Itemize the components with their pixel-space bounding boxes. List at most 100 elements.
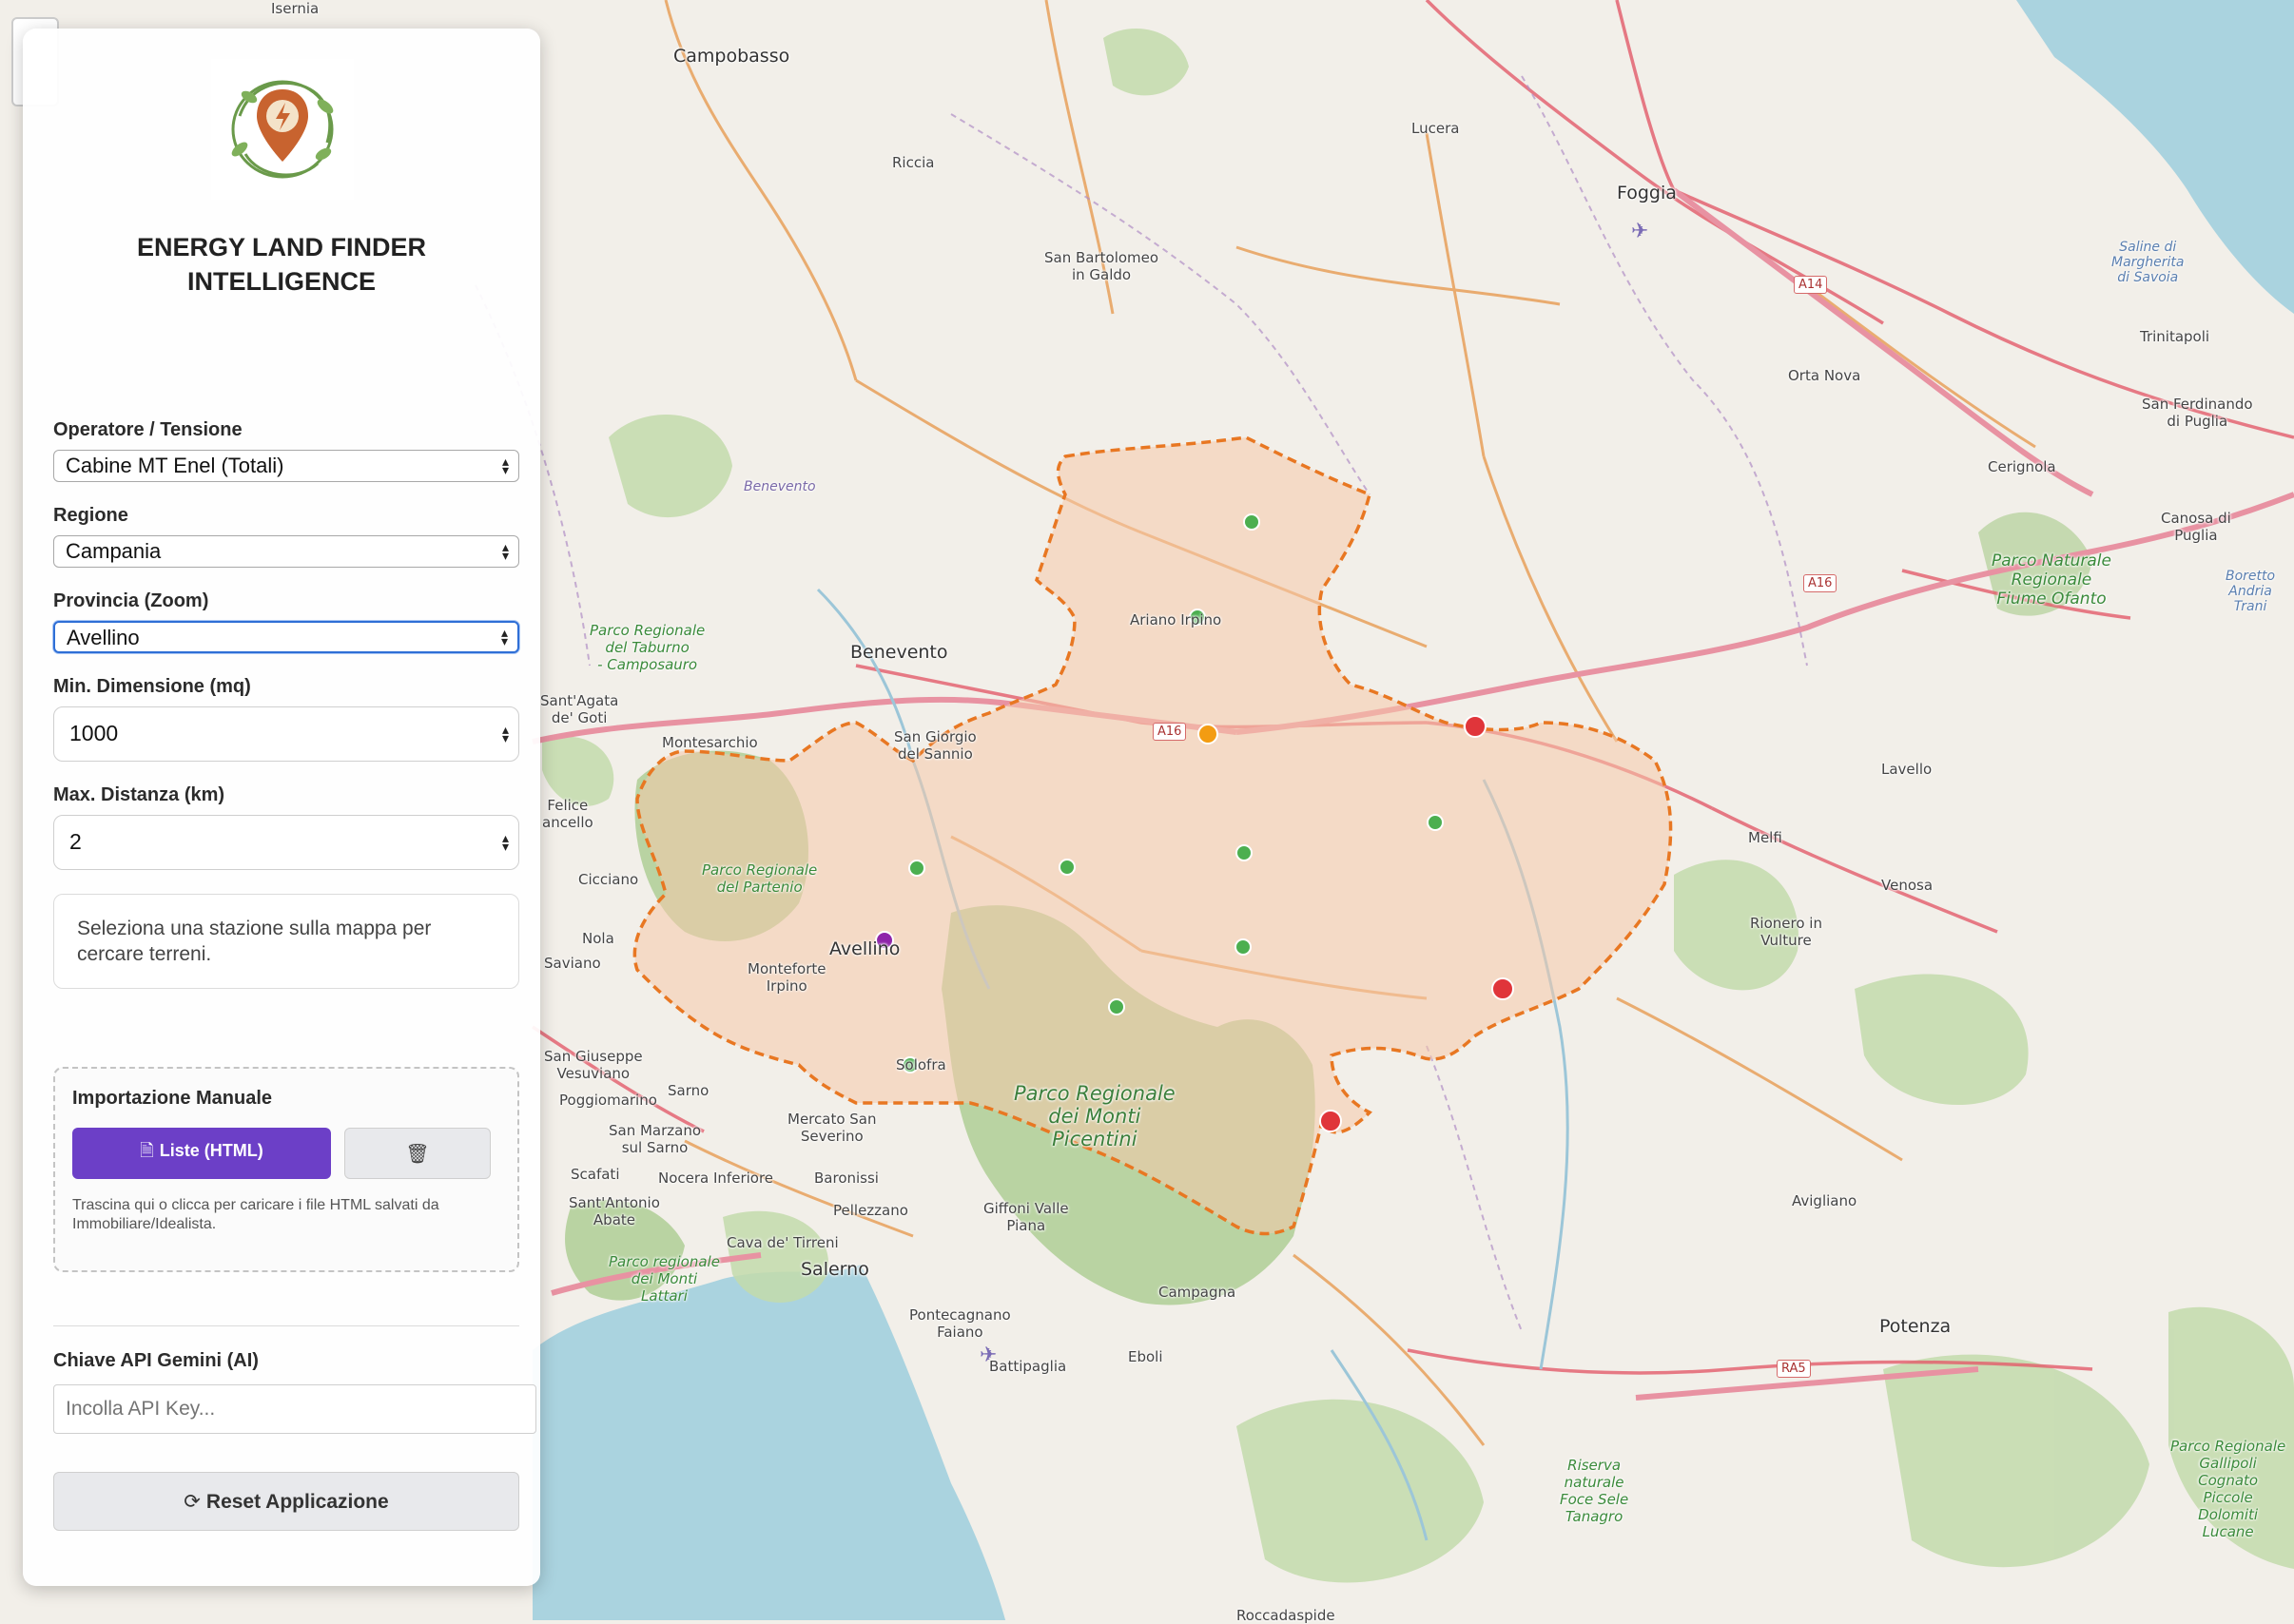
reset-app-button[interactable]: ⟳ Reset Applicazione: [53, 1472, 519, 1531]
primary-roads: [532, 0, 2294, 1375]
station-marker-green: [1243, 513, 1260, 531]
api-key-label: Chiave API Gemini (AI): [53, 1350, 259, 1371]
place-label: San Giuseppe Vesuviano: [544, 1048, 643, 1082]
place-label: Lucera: [1411, 120, 1460, 137]
park-label: Parco Regionale dei Monti Picentini: [1014, 1082, 1176, 1150]
region-select[interactable]: Campania ▴ ▾: [53, 535, 519, 568]
app-logo: [211, 59, 354, 200]
manual-import-dropzone[interactable]: Importazione Manuale 🗎 Liste (HTML) 🗑 Tra…: [53, 1067, 519, 1272]
place-label: Campobasso: [673, 46, 790, 67]
airport-icon: ✈: [1631, 220, 1648, 243]
operator-label: Operatore / Tensione: [53, 419, 243, 440]
min-size-input[interactable]: 1000 ▴ ▾: [53, 706, 519, 762]
operator-select-value: Cabine MT Enel (Totali): [66, 454, 284, 477]
trash-icon: 🗑: [405, 1142, 430, 1165]
min-size-value: 1000: [69, 721, 119, 745]
place-label: Solofra: [896, 1056, 946, 1073]
park-label: Parco Naturale Regionale Fiume Ofanto: [1992, 551, 2111, 609]
place-label: Scafati: [571, 1166, 620, 1183]
water-label: Saline di Margherita di Savoia: [2111, 240, 2185, 285]
place-label: Sarno: [668, 1082, 710, 1099]
road-shield: A14: [1794, 276, 1828, 294]
place-label: Baronissi: [814, 1170, 879, 1187]
stepper-icon[interactable]: ▴ ▾: [502, 831, 509, 853]
station-marker-green: [1234, 938, 1252, 956]
place-label: Foggia: [1617, 183, 1677, 203]
place-label: Salerno: [801, 1259, 869, 1280]
upload-html-lists-button[interactable]: 🗎 Liste (HTML): [72, 1128, 331, 1179]
place-label: Felice ancello: [542, 797, 593, 831]
place-label: Cava de' Tirreni: [727, 1234, 839, 1251]
place-label: Nocera Inferiore: [658, 1170, 774, 1187]
lightning-pin-logo-icon: [231, 80, 334, 179]
place-label: San Ferdinando di Puglia: [2142, 396, 2253, 430]
stepper-icon[interactable]: ▴ ▾: [502, 723, 509, 744]
place-label: Melfi: [1748, 829, 1782, 846]
station-marker-green: [1235, 844, 1253, 861]
place-label: Cicciano: [578, 871, 639, 888]
station-marker-red: [1491, 977, 1514, 1000]
place-label: Trinitapoli: [2140, 328, 2210, 345]
place-label: Isernia: [271, 0, 320, 17]
place-label: Nola: [582, 930, 614, 947]
place-label: Poggiomarino: [559, 1092, 657, 1109]
file-upload-icon: 🗎: [140, 1141, 154, 1161]
place-label: Mercato San Severino: [787, 1111, 877, 1145]
station-marker-red: [1464, 715, 1487, 738]
station-marker-green: [908, 860, 925, 877]
clear-imports-button[interactable]: 🗑: [344, 1128, 491, 1179]
road-shield: A16: [1803, 574, 1837, 592]
station-marker-green: [1108, 998, 1125, 1015]
place-label: Cerignola: [1988, 458, 2056, 475]
place-label: Venosa: [1881, 877, 1934, 894]
api-key-input[interactable]: [53, 1384, 536, 1434]
place-label: Giffoni Valle Piana: [983, 1200, 1069, 1234]
import-title: Importazione Manuale: [72, 1088, 273, 1109]
region-select-value: Campania: [66, 539, 162, 563]
place-label: Montesarchio: [662, 734, 758, 751]
min-size-label: Min. Dimensione (mq): [53, 676, 251, 697]
place-label: Benevento: [850, 642, 948, 663]
park-label: Parco Regionale del Partenio: [702, 861, 818, 896]
park-label: Parco Regionale del Taburno - Camposauro: [590, 622, 706, 673]
park-label: Parco regionale dei Monti Lattari: [609, 1253, 720, 1305]
place-label: Saviano: [544, 955, 601, 972]
select-chevron-icon: ▴ ▾: [500, 625, 508, 648]
province-label: Provincia (Zoom): [53, 590, 209, 611]
app-title: ENERGY LAND FINDER INTELLIGENCE: [136, 233, 427, 296]
max-distance-input[interactable]: 2 ▴ ▾: [53, 815, 519, 870]
water-label: Benevento: [744, 479, 816, 494]
place-label: Rionero in Vulture: [1750, 915, 1822, 949]
max-distance-label: Max. Distanza (km): [53, 784, 225, 805]
place-label: Battipaglia: [989, 1358, 1067, 1375]
place-label: Pellezzano: [833, 1202, 908, 1219]
park-label: Parco Regionale Gallipoli Cognato Piccol…: [2170, 1438, 2286, 1540]
park-label: Riserva naturale Foce Sele Tanagro: [1560, 1457, 1629, 1525]
place-label: Sant'Agata de' Goti: [540, 692, 619, 726]
operator-select[interactable]: Cabine MT Enel (Totali) ▴ ▾: [53, 450, 519, 482]
control-sidebar: ENERGY LAND FINDER INTELLIGENCE Operator…: [23, 29, 540, 1586]
place-label: Avigliano: [1792, 1192, 1857, 1209]
water-label: Boretto Andria Trani: [2226, 569, 2276, 614]
place-label: Ariano Irpino: [1130, 611, 1222, 628]
station-marker-green: [1059, 859, 1076, 876]
place-label: Eboli: [1128, 1348, 1163, 1365]
place-label: Sant'Antonio Abate: [569, 1194, 660, 1228]
place-label: San Bartolomeo in Galdo: [1044, 249, 1159, 283]
province-select[interactable]: Avellino ▴ ▾: [53, 621, 519, 653]
station-info-message: Seleziona una stazione sulla mappa per c…: [53, 894, 519, 989]
station-marker-orange: [1197, 724, 1218, 744]
place-label: Monteforte Irpino: [748, 960, 826, 995]
reset-label: Reset Applicazione: [205, 1490, 389, 1513]
province-select-value: Avellino: [67, 626, 140, 649]
section-divider: [53, 1325, 519, 1326]
place-label: Orta Nova: [1788, 367, 1861, 384]
import-help-text: Trascina qui o clicca per caricare i fil…: [72, 1197, 439, 1232]
station-marker-red: [1319, 1110, 1342, 1132]
upload-html-label: Liste (HTML): [159, 1141, 263, 1160]
place-label: San Giorgio del Sannio: [894, 728, 977, 763]
road-shield: RA5: [1777, 1360, 1811, 1378]
place-label: Pontecagnano Faiano: [909, 1306, 1011, 1341]
road-shield: A16: [1153, 723, 1187, 741]
place-label: Roccadaspide: [1236, 1607, 1335, 1624]
